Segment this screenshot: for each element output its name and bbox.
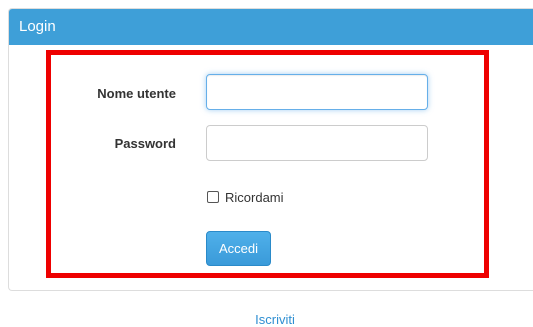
remember-checkbox[interactable] bbox=[207, 191, 219, 203]
username-input[interactable] bbox=[206, 74, 428, 110]
login-button[interactable]: Accedi bbox=[206, 231, 271, 266]
password-input[interactable] bbox=[206, 125, 428, 161]
panel-title: Login bbox=[9, 9, 533, 45]
remember-me[interactable]: Ricordami bbox=[207, 189, 284, 205]
signup-link[interactable]: Iscriviti bbox=[0, 312, 533, 327]
username-label: Nome utente bbox=[97, 86, 176, 101]
remember-label[interactable]: Ricordami bbox=[225, 190, 284, 205]
password-label: Password bbox=[114, 136, 176, 151]
